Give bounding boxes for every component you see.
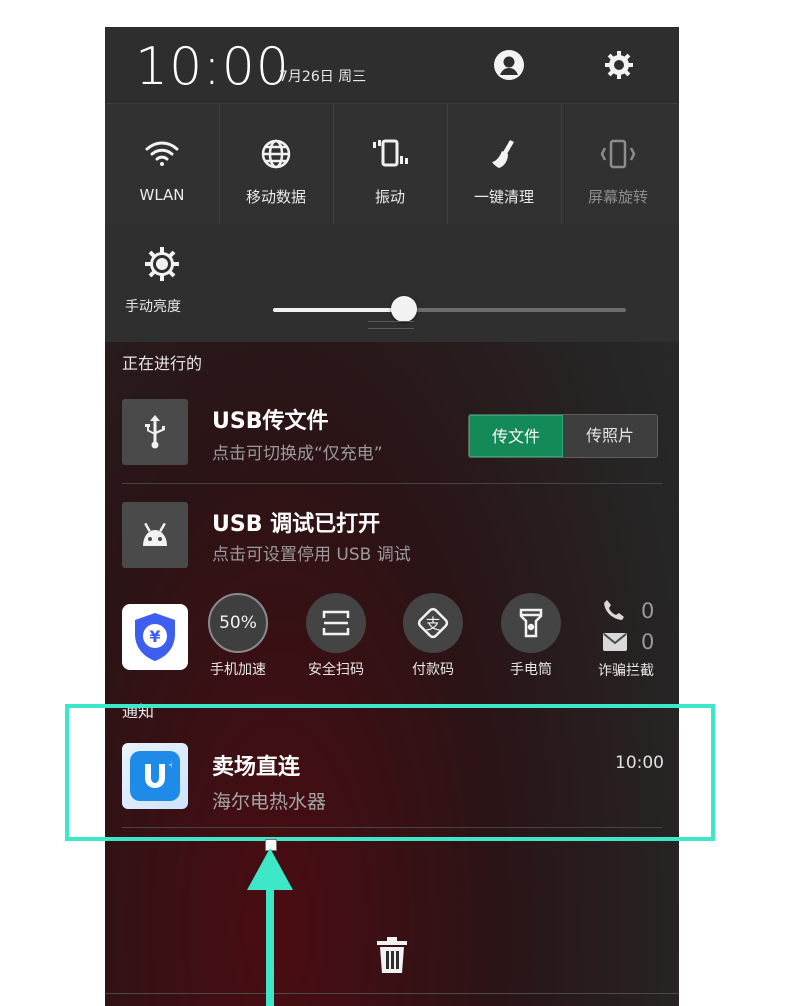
notification-shade: 10:00 7月26日 周三 WLAN 移动数据 振动 一键清理 屏幕旋转 手动…	[105, 27, 679, 1006]
flashlight-icon	[501, 593, 561, 653]
notification-title: USB传文件	[212, 409, 329, 434]
bottom-bar	[105, 993, 679, 1006]
shortcut-flashlight[interactable]: 手电筒	[493, 593, 569, 679]
qs-mobile-data[interactable]: 移动数据	[219, 104, 334, 224]
brightness-icon[interactable]	[142, 244, 182, 284]
usb-debug-notification[interactable]: USB 调试已打开 点击可设置停用 USB 调试	[105, 492, 679, 582]
qs-label: WLAN	[139, 186, 185, 204]
status-bar: 10:00 7月26日 周三	[105, 27, 679, 103]
shortcut-label: 诈骗拦截	[598, 663, 654, 679]
qs-clean[interactable]: 一键清理	[447, 104, 562, 224]
divider	[122, 483, 662, 484]
call-count: 0	[641, 599, 655, 623]
usb-icon	[122, 399, 188, 465]
slider-thumb[interactable]	[390, 296, 417, 322]
scan-icon	[306, 593, 366, 653]
globe-icon	[256, 134, 296, 174]
transfer-photos-button[interactable]: 传照片	[563, 415, 657, 457]
trash-icon[interactable]	[373, 935, 411, 975]
shortcut-label: 安全扫码	[308, 662, 364, 678]
wifi-icon	[142, 134, 182, 174]
qs-label: 振动	[374, 188, 405, 206]
qs-vibrate[interactable]: 振动	[333, 104, 448, 224]
notification-title: USB 调试已打开	[212, 512, 381, 537]
phone-icon	[603, 599, 625, 625]
android-icon	[122, 502, 188, 568]
arrow-shaft	[266, 884, 274, 1006]
shortcut-label: 付款码	[412, 662, 454, 678]
pay-icon: 支	[403, 593, 463, 653]
brightness-slider[interactable]	[273, 296, 626, 322]
notification-subtitle: 点击可设置停用 USB 调试	[212, 545, 411, 565]
qs-wlan[interactable]: WLAN	[105, 104, 220, 224]
clock: 10:00	[135, 37, 290, 97]
date: 7月26日 周三	[279, 69, 367, 85]
shield-yen-icon[interactable]: ¥	[122, 604, 188, 670]
user-icon[interactable]	[489, 45, 529, 85]
mail-icon	[603, 633, 627, 655]
qs-label: 移动数据	[245, 188, 306, 206]
rotate-icon	[598, 134, 638, 174]
vibrate-icon	[370, 134, 410, 174]
brightness-row: 手动亮度	[105, 224, 679, 342]
ongoing-section-title: 正在进行的	[122, 354, 203, 373]
fraud-block[interactable]: 0 0 诈骗拦截	[595, 597, 665, 679]
quick-settings: WLAN 移动数据 振动 一键清理 屏幕旋转	[105, 103, 679, 225]
broom-icon	[484, 134, 524, 174]
speed-icon: 50%	[208, 593, 268, 653]
shortcut-scan[interactable]: 安全扫码	[298, 593, 374, 679]
qs-label: 一键清理	[473, 188, 534, 206]
usb-mode-toggle: 传文件 传照片	[468, 414, 658, 458]
shortcut-label: 手机加速	[210, 662, 266, 678]
svg-text:支: 支	[425, 615, 440, 633]
slider-fill	[273, 308, 404, 312]
highlight-box	[65, 704, 715, 841]
notification-subtitle: 点击可切换成“仅充电”	[212, 444, 383, 464]
qs-label: 屏幕旋转	[587, 188, 648, 206]
svg-text:¥: ¥	[149, 627, 160, 646]
brightness-label: 手动亮度	[125, 299, 181, 315]
transfer-files-button[interactable]: 传文件	[469, 415, 563, 457]
sms-count: 0	[641, 630, 655, 654]
shortcut-speedup[interactable]: 50% 手机加速	[200, 593, 276, 679]
shortcut-label: 手电筒	[510, 662, 552, 678]
shortcut-pay[interactable]: 支 付款码	[395, 593, 471, 679]
qs-rotate[interactable]: 屏幕旋转	[561, 104, 675, 224]
speed-value: 50%	[219, 613, 257, 633]
drag-handle[interactable]	[368, 321, 414, 329]
gear-icon[interactable]	[599, 45, 639, 85]
